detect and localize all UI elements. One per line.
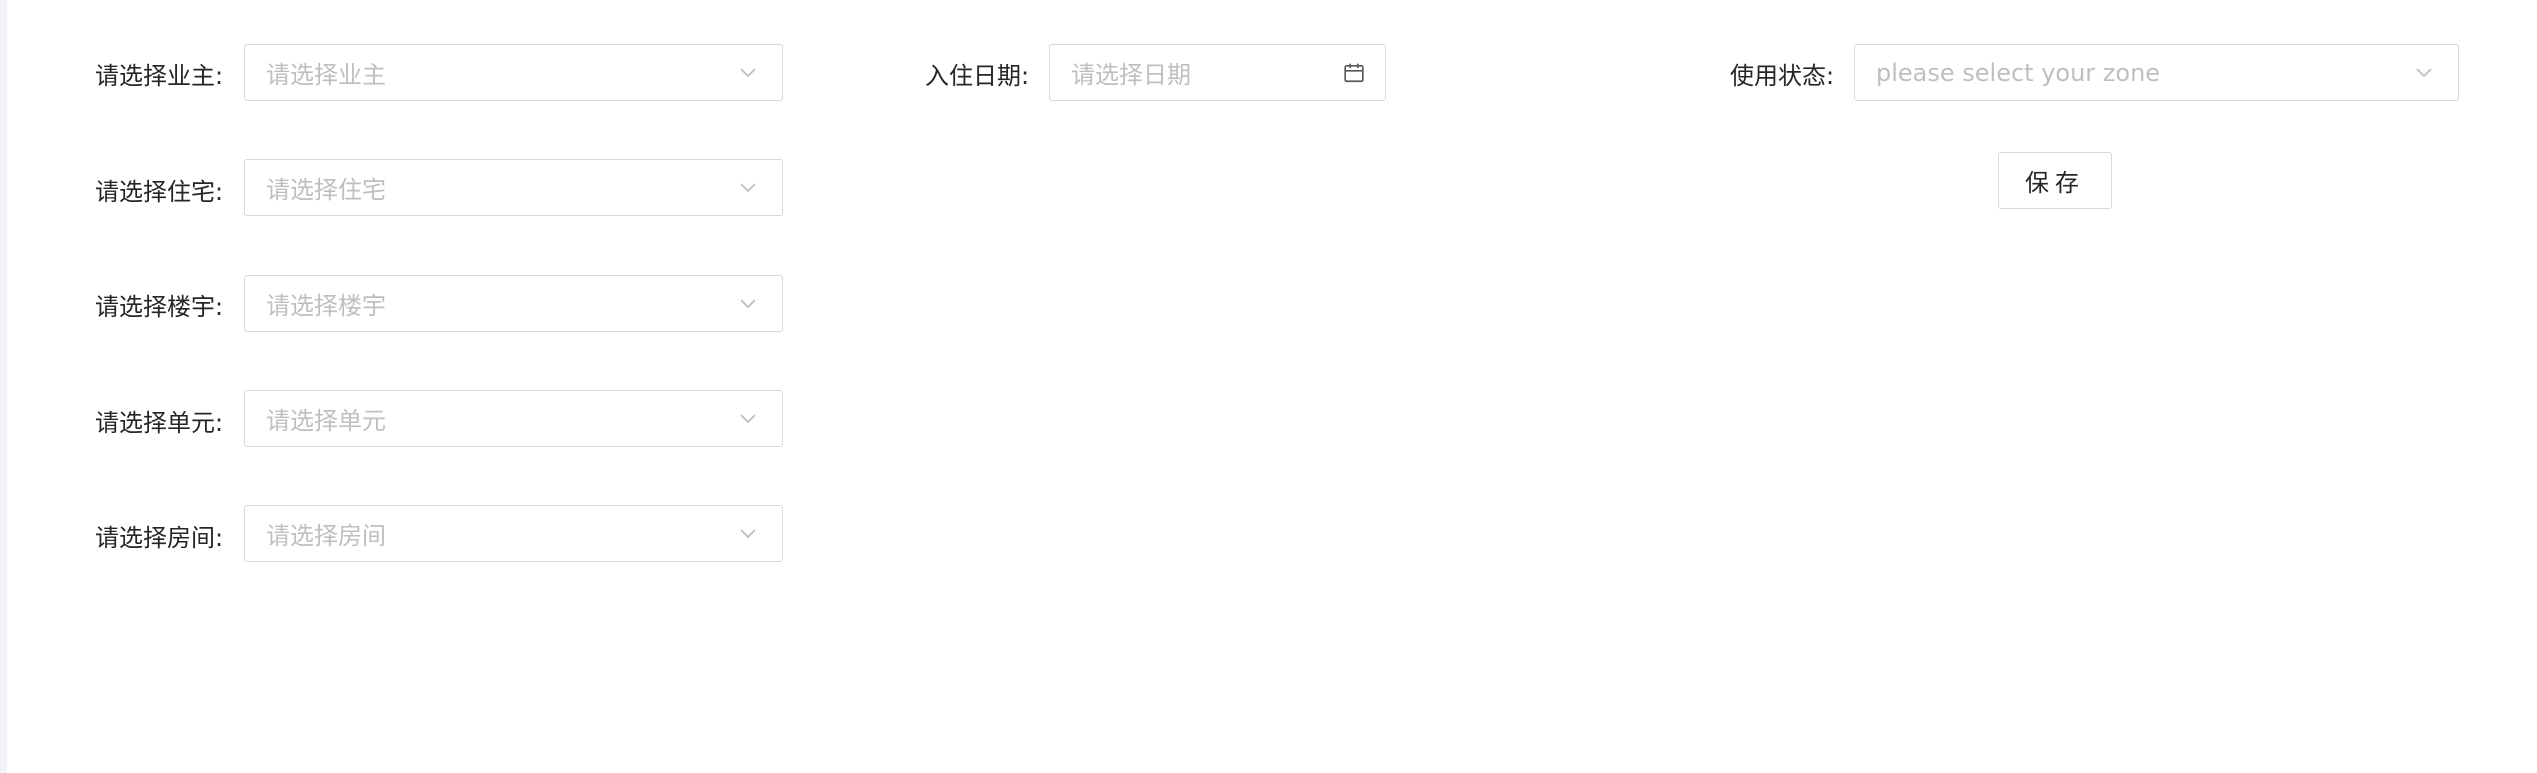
checkin-date-placeholder: 请选择日期 [1071, 61, 1191, 89]
building-placeholder: 请选择楼宇 [266, 292, 386, 320]
owner-placeholder: 请选择业主 [266, 61, 386, 89]
checkin-date-label: 入住日期: [925, 62, 1030, 90]
usage-status-label: 使用状态: [1730, 62, 1835, 90]
residence-placeholder: 请选择住宅 [266, 176, 386, 204]
residence-select[interactable]: 请选择住宅 [244, 159, 783, 216]
room-placeholder: 请选择房间 [266, 522, 386, 550]
room-label: 请选择房间: [95, 524, 224, 552]
owner-select[interactable]: 请选择业主 [244, 44, 783, 101]
unit-label: 请选择单元: [95, 409, 224, 437]
unit-select[interactable]: 请选择单元 [244, 390, 783, 447]
owner-label: 请选择业主: [95, 62, 224, 90]
save-button[interactable]: 保存 [1998, 152, 2112, 209]
building-label: 请选择楼宇: [95, 293, 224, 321]
chevron-down-icon [740, 528, 756, 538]
chevron-down-icon [740, 67, 756, 77]
usage-status-select[interactable]: please select your zone [1854, 44, 2459, 101]
checkin-date-picker[interactable]: 请选择日期 [1049, 44, 1386, 101]
building-select[interactable]: 请选择楼宇 [244, 275, 783, 332]
chevron-down-icon [740, 298, 756, 308]
chevron-down-icon [740, 413, 756, 423]
room-select[interactable]: 请选择房间 [244, 505, 783, 562]
unit-placeholder: 请选择单元 [266, 407, 386, 435]
calendar-icon [1344, 63, 1364, 82]
chevron-down-icon [2416, 67, 2432, 77]
residence-label: 请选择住宅: [95, 178, 224, 206]
left-rail [0, 0, 7, 773]
usage-status-placeholder: please select your zone [1876, 58, 2161, 87]
chevron-down-icon [740, 182, 756, 192]
